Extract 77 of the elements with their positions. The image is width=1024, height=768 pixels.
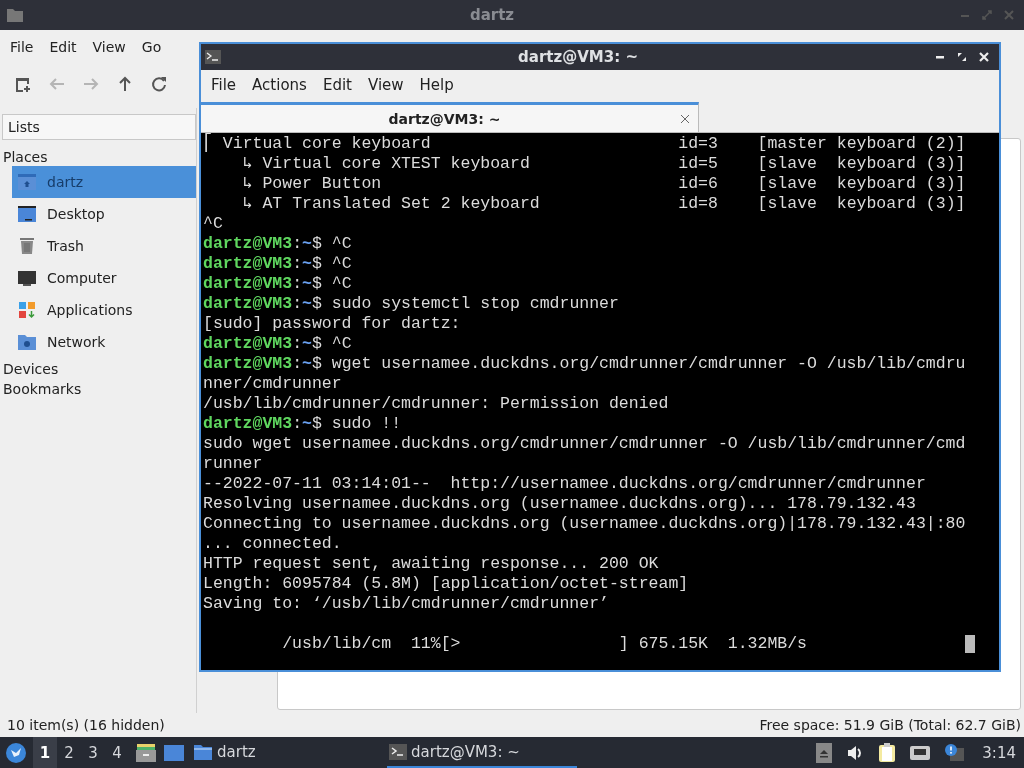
- output-line: --2022-07-11 03:14:01-- http://usernamee.duckdns.org/cmdrunner/cmdrunner: [203, 474, 927, 494]
- section-heading: Bookmarks: [2, 380, 83, 398]
- clipboard-icon[interactable]: [878, 742, 897, 763]
- clock: 3:14: [982, 743, 1016, 762]
- output-line: ^C: [203, 214, 224, 234]
- section-heading: Devices: [2, 360, 60, 378]
- folder-icon: [6, 7, 24, 23]
- output-line: ↳ AT Translated Set 2 keyboard id=8 [slave keyboard (3)]: [241, 194, 967, 214]
- prompt-line: dartz@VM3:~$ ^C: [203, 254, 353, 274]
- output-line: Connecting to usernamee.duckdns.org (usernamee.duckdns.org)|178.79.132.43|:80: [203, 514, 967, 534]
- output-line: sudo wget usernamee.duckdns.org/cmdrunner/cmdrunner -O /usb/lib/cmdrunner/cmd: [203, 434, 967, 454]
- free-space: Free space: 51.9 GiB (Total: 62.7 GiB): [759, 717, 1021, 733]
- output-line: ↳ Virtual core XTEST keyboard id=5 [slave keyboard (3)]: [241, 154, 967, 174]
- sidebar-item[interactable]: Applications: [12, 294, 196, 326]
- output-line: Length: 6095784 (5.8M) [application/octet-stream]: [203, 574, 690, 594]
- menu-item[interactable]: View: [84, 39, 134, 55]
- home-folder-icon: [17, 173, 37, 191]
- section-heading: Places: [2, 148, 49, 166]
- menu-item[interactable]: Actions: [244, 76, 315, 94]
- menu-item[interactable]: File: [2, 39, 42, 55]
- start-menu-icon[interactable]: [5, 741, 27, 764]
- output-line: nner/cmdrunner: [203, 374, 343, 394]
- output-line: runner: [203, 454, 264, 474]
- sidebar-item[interactable]: Desktop: [12, 198, 196, 230]
- menu-item[interactable]: Edit: [314, 76, 360, 94]
- applications-icon: [17, 301, 37, 319]
- desktop-icon: [17, 205, 37, 223]
- notification-icon[interactable]: [944, 743, 965, 762]
- output-line: HTTP request sent, awaiting response... 200 OK: [203, 554, 660, 574]
- sidebar-mode-dropdown[interactable]: Lists: [2, 114, 196, 140]
- prompt-line: dartz@VM3:~$ sudo !!: [203, 414, 403, 434]
- prompt-line: dartz@VM3:~$ wget usernamee.duckdns.org/cmdrunner/cmdrunner -O /usb/lib/cmdru: [203, 354, 967, 374]
- output-line: Saving to: ‘/usb/lib/cmdrunner/cmdrunner’: [203, 594, 610, 614]
- item-count: 10 item(s) (16 hidden): [7, 717, 165, 733]
- workspace-button[interactable]: 1: [33, 737, 57, 768]
- trash-icon: [17, 237, 37, 255]
- sidebar-item[interactable]: Computer: [12, 262, 196, 294]
- network-folder-icon: [17, 333, 37, 351]
- prompt-line: dartz@VM3:~$ sudo systemctl stop cmdrunner: [203, 294, 620, 314]
- output-line: ⎡ Virtual core keyboard id=3 [master keyboard (2)]: [203, 134, 967, 154]
- menu-item[interactable]: Edit: [41, 39, 85, 55]
- output-line: Resolving usernamee.duckdns.org (usernamee.duckdns.org)... 178.79.132.43: [203, 494, 917, 514]
- output-line: /usb/lib/cmdrunner/cmdrunner: Permission denied: [203, 394, 670, 414]
- sidebar-item[interactable]: Network: [12, 326, 196, 358]
- terminal-icon: [389, 743, 407, 760]
- progress-line: /usb/lib/cm 11%[> ] 675.15K 1.32MB/s: [281, 634, 807, 654]
- prompt-line: dartz@VM3:~$ ^C: [203, 274, 353, 294]
- menu-item[interactable]: Go: [133, 39, 170, 55]
- menu-item[interactable]: Help: [411, 76, 462, 94]
- menu-item[interactable]: View: [359, 76, 412, 94]
- output-line: [sudo] password for dartz:: [203, 314, 462, 334]
- reload-icon[interactable]: [150, 75, 168, 93]
- file-cabinet-icon[interactable]: [135, 742, 157, 763]
- prompt-line: dartz@VM3:~$ ^C: [203, 334, 353, 354]
- maximize-icon[interactable]: [957, 52, 967, 62]
- new-tab-icon[interactable]: [14, 75, 32, 93]
- close-tab-icon[interactable]: [680, 113, 690, 124]
- workspace-button[interactable]: 3: [81, 737, 105, 768]
- monitor-icon: [17, 269, 37, 287]
- prompt-line: dartz@VM3:~$ ^C: [203, 234, 353, 254]
- workspace-button[interactable]: 2: [57, 737, 81, 768]
- text-cursor: [965, 635, 975, 653]
- menu-item[interactable]: File: [203, 76, 245, 94]
- output-line: ... connected.: [203, 534, 343, 554]
- taskbar-button[interactable]: dartz@VM3: ~: [387, 737, 577, 768]
- taskbar-button[interactable]: dartz: [191, 737, 381, 768]
- output-line: ↳ Power Button id=6 [slave keyboard (3)]: [241, 174, 967, 194]
- window-title: dartz: [468, 6, 516, 24]
- folder-icon: [193, 742, 213, 761]
- window-icon[interactable]: [163, 742, 185, 763]
- terminal-tab[interactable]: dartz@VM3: ~: [201, 102, 699, 132]
- eject-icon[interactable]: [816, 742, 833, 763]
- terminal-icon: [205, 50, 221, 64]
- ethernet-icon[interactable]: [910, 744, 931, 761]
- workspace-button[interactable]: 4: [105, 737, 129, 768]
- sidebar-item[interactable]: Trash: [12, 230, 196, 262]
- window-title: dartz@VM3: ~: [517, 48, 639, 66]
